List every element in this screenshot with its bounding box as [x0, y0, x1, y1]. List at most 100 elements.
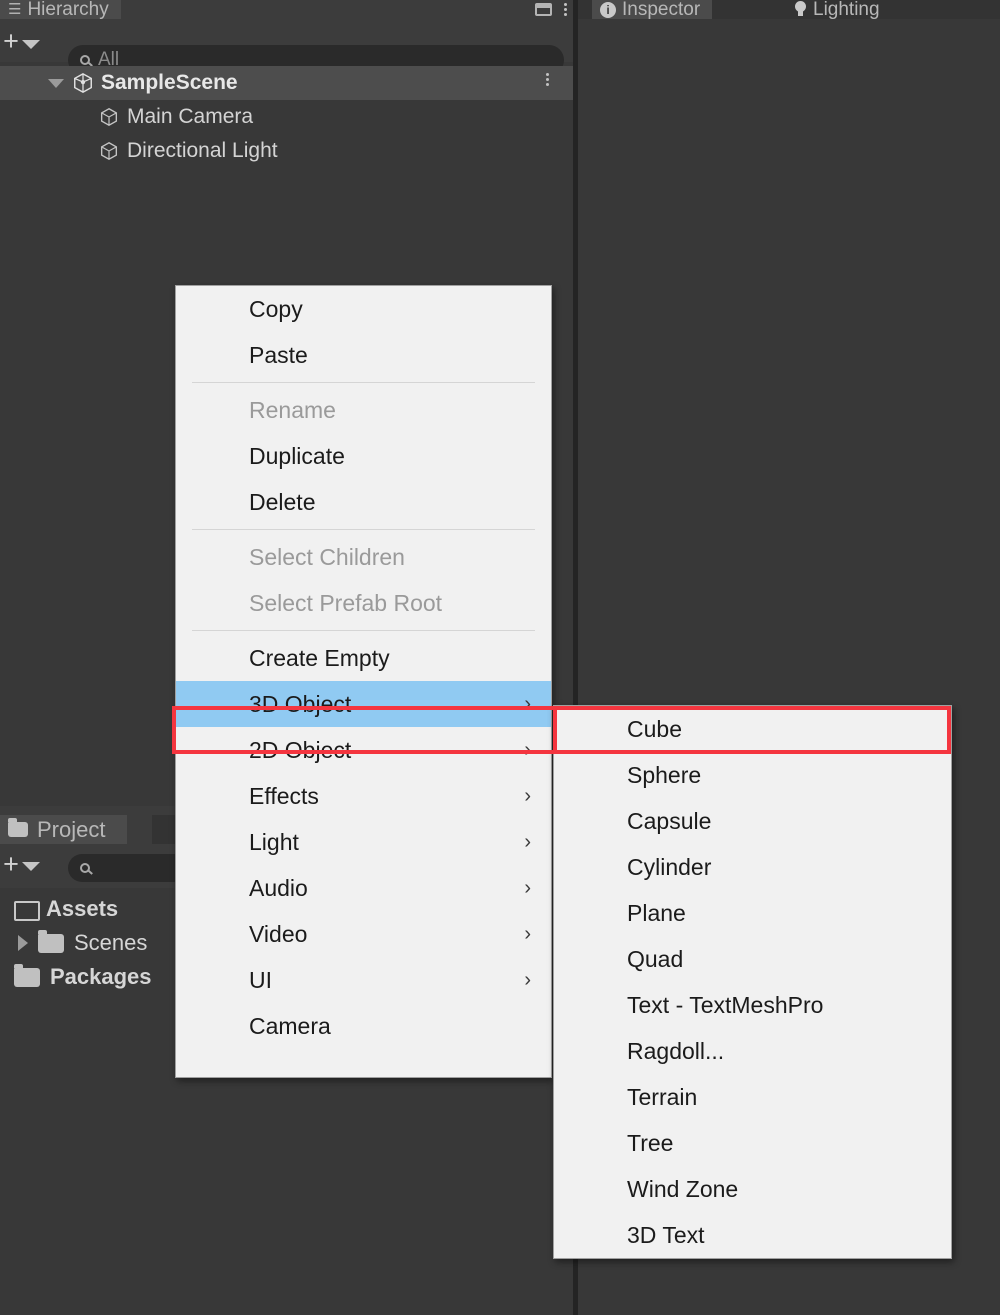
chevron-right-icon: › [524, 693, 531, 715]
submenu-item-label: Terrain [627, 1083, 698, 1110]
menu-item-ui[interactable]: UI › [176, 957, 551, 1003]
menu-item-label: Copy [249, 295, 303, 322]
menu-item-label: Rename [249, 396, 336, 423]
inspector-tab-bar: i Inspector Lighting [578, 0, 1000, 20]
submenu-item-cylinder[interactable]: Cylinder [554, 844, 951, 890]
submenu-item-label: Cube [627, 715, 682, 742]
menu-item-3d-object[interactable]: 3D Object › [176, 681, 551, 727]
hamburger-icon: ☰ [8, 1, 22, 18]
tab-hierarchy[interactable]: ☰ Hierarchy [0, 0, 121, 20]
menu-item-rename: Rename [176, 387, 551, 433]
menu-item-audio[interactable]: Audio › [176, 865, 551, 911]
chevron-right-icon: › [524, 785, 531, 807]
menu-item-label: Delete [249, 488, 316, 515]
tab-hierarchy-label: Hierarchy [27, 0, 109, 20]
hierarchy-window-controls [535, 0, 567, 19]
submenu-item-cube[interactable]: Cube [554, 706, 951, 752]
submenu-item-label: 3D Text [627, 1221, 705, 1248]
menu-item-label: Light [249, 828, 299, 855]
hierarchy-row-directional-light[interactable]: Directional Light [0, 134, 573, 168]
menu-separator [192, 529, 535, 530]
menu-item-light[interactable]: Light › [176, 819, 551, 865]
submenu-item-label: Tree [627, 1129, 674, 1156]
submenu-item-wind-zone[interactable]: Wind Zone [554, 1166, 951, 1212]
menu-item-label: Video [249, 920, 308, 947]
menu-item-copy[interactable]: Copy [176, 286, 551, 332]
unity-scene-icon [74, 72, 92, 94]
tab-project[interactable]: Project [0, 815, 128, 844]
gameobject-cube-icon [100, 107, 118, 127]
menu-item-label: 3D Object [249, 690, 352, 717]
menu-item-label: Duplicate [249, 442, 345, 469]
menu-item-label: UI [249, 966, 272, 993]
submenu-item-label: Capsule [627, 807, 712, 834]
menu-separator [192, 382, 535, 383]
menu-item-paste[interactable]: Paste [176, 332, 551, 378]
hierarchy-tree: SampleScene Main Camera Directional Ligh… [0, 66, 573, 168]
hierarchy-row-main-camera[interactable]: Main Camera [0, 100, 573, 134]
hierarchy-row-samplescene[interactable]: SampleScene [0, 66, 573, 100]
folder-icon [38, 929, 64, 953]
chevron-right-icon: › [524, 969, 531, 991]
tab-lighting[interactable]: Lighting [786, 0, 892, 20]
submenu-item-text-textmeshpro[interactable]: Text - TextMeshPro [554, 982, 951, 1028]
search-icon [80, 863, 90, 873]
menu-item-label: Camera [249, 1012, 331, 1039]
tab-inspector-label: Inspector [622, 0, 701, 20]
submenu-item-label: Ragdoll... [627, 1037, 725, 1064]
maximize-icon[interactable] [535, 3, 552, 16]
info-icon: i [600, 1, 616, 18]
tab-inspector[interactable]: i Inspector [592, 0, 713, 20]
submenu-item-capsule[interactable]: Capsule [554, 798, 951, 844]
folder-icon [8, 818, 28, 837]
submenu-item-label: Cylinder [627, 853, 712, 880]
submenu-item-3d-text[interactable]: 3D Text [554, 1212, 951, 1258]
tab-lighting-label: Lighting [813, 0, 880, 20]
submenu-item-ragdoll[interactable]: Ragdoll... [554, 1028, 951, 1074]
submenu-item-label: Wind Zone [627, 1175, 739, 1202]
menu-item-create-empty[interactable]: Create Empty [176, 635, 551, 681]
context-menu[interactable]: Copy Paste Rename Duplicate Delete Selec… [175, 285, 552, 1078]
menu-item-select-children: Select Children [176, 534, 551, 580]
menu-item-delete[interactable]: Delete [176, 479, 551, 525]
menu-separator [192, 630, 535, 631]
menu-item-label: Select Children [249, 543, 405, 570]
submenu-item-label: Sphere [627, 761, 702, 788]
menu-item-label: 2D Object [249, 736, 352, 763]
menu-item-effects[interactable]: Effects › [176, 773, 551, 819]
hierarchy-row-label: SampleScene [101, 71, 238, 94]
chevron-down-icon[interactable] [22, 40, 40, 49]
submenu-item-quad[interactable]: Quad [554, 936, 951, 982]
submenu-item-sphere[interactable]: Sphere [554, 752, 951, 798]
hierarchy-tab-bar: ☰ Hierarchy [0, 0, 573, 20]
project-search-input[interactable] [68, 854, 188, 882]
chevron-right-icon: › [524, 923, 531, 945]
menu-item-label: Audio [249, 874, 308, 901]
menu-item-duplicate[interactable]: Duplicate [176, 433, 551, 479]
folder-icon [14, 963, 40, 987]
menu-item-2d-object[interactable]: 2D Object › [176, 727, 551, 773]
chevron-right-icon: › [524, 739, 531, 761]
folder-open-icon [14, 901, 40, 921]
chevron-right-icon: › [524, 877, 531, 899]
project-row-label: Assets [46, 896, 119, 921]
submenu-item-label: Text - TextMeshPro [627, 991, 824, 1018]
hierarchy-row-label: Main Camera [127, 105, 254, 128]
chevron-down-icon[interactable] [48, 78, 64, 88]
search-icon [80, 55, 90, 65]
menu-item-video[interactable]: Video › [176, 911, 551, 957]
kebab-menu-icon[interactable] [564, 3, 567, 16]
submenu-item-tree[interactable]: Tree [554, 1120, 951, 1166]
submenu-item-terrain[interactable]: Terrain [554, 1074, 951, 1120]
chevron-right-icon[interactable] [18, 935, 28, 951]
menu-item-select-prefab-root: Select Prefab Root [176, 580, 551, 626]
chevron-down-icon[interactable] [22, 862, 40, 871]
submenu-item-label: Quad [627, 945, 684, 972]
tab-project-label: Project [37, 816, 106, 842]
hierarchy-row-label: Directional Light [127, 139, 278, 162]
submenu-3d-object[interactable]: Cube Sphere Capsule Cylinder Plane Quad … [553, 705, 952, 1259]
menu-item-label: Effects [249, 782, 319, 809]
submenu-item-plane[interactable]: Plane [554, 890, 951, 936]
kebab-menu-icon[interactable] [546, 73, 549, 86]
menu-item-camera[interactable]: Camera [176, 1003, 551, 1049]
